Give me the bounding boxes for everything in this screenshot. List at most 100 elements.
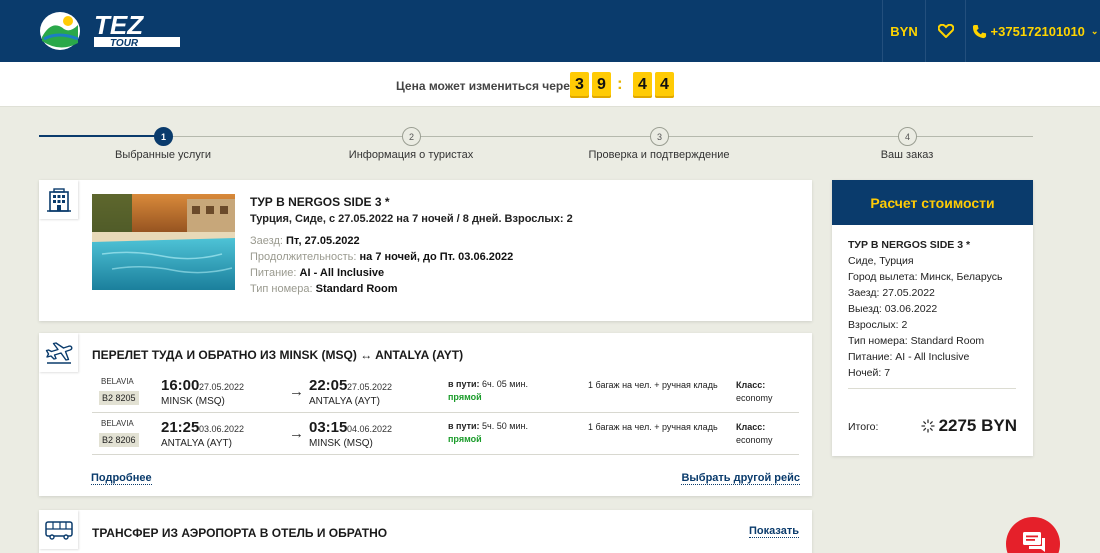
hotel-summary: Турция, Сиде, с 27.05.2022 на 7 ночей / … (250, 213, 573, 225)
show-transfer-link[interactable]: Показать (749, 525, 799, 538)
phone-icon (972, 24, 986, 38)
transfer-icon-box (39, 510, 78, 549)
duration-value: 5ч. 50 мин. (482, 421, 528, 431)
flight-code: B2 8205 (99, 391, 139, 405)
direct-badge: прямой (448, 392, 482, 402)
class-label: Класс: (736, 380, 766, 390)
step-1-circle[interactable]: 1 (154, 127, 173, 146)
airline-name: BELAVIA (101, 377, 134, 386)
class-label: Класс: (736, 422, 766, 432)
arrival-date: 04.06.2022 (347, 424, 393, 434)
baggage-info: 1 багаж на чел. + ручная кладь (588, 422, 718, 432)
flight-row-outbound[interactable]: BELAVIA B2 8205 16:00 27.05.2022 MINSK (… (92, 371, 799, 413)
flight-details-link[interactable]: Подробнее (91, 472, 152, 485)
timer-digit: 4 (633, 72, 652, 98)
price-timer-bar: Цена может измениться через 3 9 : 4 4 (0, 62, 1100, 107)
phone-dropdown[interactable]: +375172101010 ⌄ (965, 0, 1100, 62)
arrival-time: 22:05 (309, 377, 348, 394)
arrival-city: ANTALYA (AYT) (309, 396, 380, 407)
hotel-room: Тип номера: Standard Room (250, 283, 398, 295)
total-price-value: 2275 BYN (938, 416, 1017, 435)
arrow-right-icon: → (289, 425, 304, 442)
step-progress-line (39, 135, 164, 137)
duration-value: 6ч. 05 мин. (482, 379, 528, 389)
price-tour-title: ТУР В NERGOS SIDE 3 * (848, 239, 971, 251)
step-2-label[interactable]: Информация о туристах (301, 149, 521, 161)
total-price: 2275 BYN (920, 416, 1017, 436)
price-summary-panel: Расчет стоимости ТУР В NERGOS SIDE 3 * С… (832, 180, 1033, 456)
checkin-value: Пт, 27.05.2022 (285, 235, 360, 247)
checkin-key: Заезд: (250, 235, 283, 247)
hotel-meal: Питание: AI - All Inclusive (250, 267, 384, 279)
hotel-building-icon (46, 187, 71, 212)
flight-class: Класс: economy (736, 421, 773, 447)
step-2-circle[interactable]: 2 (402, 127, 421, 146)
price-panel-header: Расчет стоимости (832, 180, 1033, 225)
total-label: Итого: (848, 421, 879, 433)
heart-icon (937, 24, 954, 38)
baggage-info: 1 багаж на чел. + ручная кладь (588, 380, 718, 390)
arrival-date: 27.05.2022 (347, 382, 393, 392)
step-1-label[interactable]: Выбранные услуги (53, 149, 273, 161)
chat-button[interactable] (1006, 517, 1060, 553)
flight-title: ПЕРЕЛЕТ ТУДА И ОБРАТНО ИЗ MINSK (MSQ) ↔ … (92, 348, 464, 362)
departure-city: MINSK (MSQ) (161, 396, 225, 407)
class-value: economy (736, 435, 773, 445)
divider (848, 388, 1016, 389)
hotel-photo[interactable] (92, 194, 235, 290)
currency-selector[interactable]: BYN (882, 0, 925, 62)
price-details: ТУР В NERGOS SIDE 3 * Сиде, Турция Город… (832, 225, 1033, 381)
price-detail-line: Выезд: 03.06.2022 (848, 303, 938, 315)
flight-row-return[interactable]: BELAVIA B2 8206 21:25 03.06.2022 ANTALYA… (92, 413, 799, 455)
timer-digit: 4 (655, 72, 674, 98)
duration-value: на 7 ночей, до Пт. 03.06.2022 (359, 251, 514, 263)
step-4-label[interactable]: Ваш заказ (797, 149, 1017, 161)
step-3-label[interactable]: Проверка и подтверждение (549, 149, 769, 161)
meal-value: AI - All Inclusive (299, 267, 385, 279)
currency-label: BYN (890, 23, 918, 39)
step-3-circle[interactable]: 3 (650, 127, 669, 146)
meal-key: Питание: (250, 267, 297, 279)
step-4-circle[interactable]: 4 (898, 127, 917, 146)
hotel-checkin: Заезд: Пт, 27.05.2022 (250, 235, 360, 247)
arrival-city: MINSK (MSQ) (309, 438, 373, 449)
chat-icon (1023, 532, 1045, 552)
room-key: Тип номера: (250, 283, 313, 295)
departure-city: ANTALYA (AYT) (161, 438, 232, 449)
chevron-down-icon: ⌄ (1090, 25, 1099, 36)
departure-date: 03.06.2022 (199, 424, 245, 434)
change-flight-link[interactable]: Выбрать другой рейс (681, 472, 800, 485)
airline-name: BELAVIA (101, 419, 134, 428)
favorites-button[interactable] (925, 0, 965, 62)
timer-separator: : (617, 74, 623, 93)
logo-text: TEZ (94, 10, 144, 40)
departure-date: 27.05.2022 (199, 382, 245, 392)
price-detail-line: Город вылета: Минск, Беларусь (848, 271, 1003, 283)
price-detail-line: Питание: AI - All Inclusive (848, 351, 970, 363)
tez-tour-logo[interactable]: TEZ TOUR (38, 9, 183, 51)
price-detail-line: Тип номера: Standard Room (848, 335, 985, 347)
class-value: economy (736, 393, 773, 403)
duration-key: Продолжительность: (250, 251, 357, 263)
hotel-title[interactable]: ТУР В NERGOS SIDE 3 * (250, 195, 390, 209)
room-value: Standard Room (315, 283, 398, 295)
price-detail-line: Заезд: 27.05.2022 (848, 287, 935, 299)
price-detail-line: Сиде, Турция (848, 255, 914, 267)
phone-number: +375172101010 (990, 23, 1085, 39)
bus-icon (44, 520, 73, 540)
price-detail-line: Взрослых: 2 (848, 319, 908, 331)
loading-spinner-icon (920, 419, 935, 433)
flight-code: B2 8206 (99, 433, 139, 447)
flight-icon-box (39, 333, 78, 372)
transfer-card: ТРАНСФЕР ИЗ АЭРОПОРТА В ОТЕЛЬ И ОБРАТНО … (39, 510, 812, 553)
direct-badge: прямой (448, 434, 482, 444)
hotel-icon-box (39, 180, 78, 219)
hotel-card: ТУР В NERGOS SIDE 3 * Турция, Сиде, с 27… (39, 180, 812, 321)
timer-digit: 9 (592, 72, 611, 98)
timer-label: Цена может измениться через (396, 79, 576, 93)
duration-label: в пути: (448, 379, 480, 389)
duration-label: в пути: (448, 421, 480, 431)
price-detail-line: Ночей: 7 (848, 367, 891, 379)
departure-time: 21:25 (161, 419, 200, 436)
hotel-duration: Продолжительность: на 7 ночей, до Пт. 03… (250, 251, 513, 263)
